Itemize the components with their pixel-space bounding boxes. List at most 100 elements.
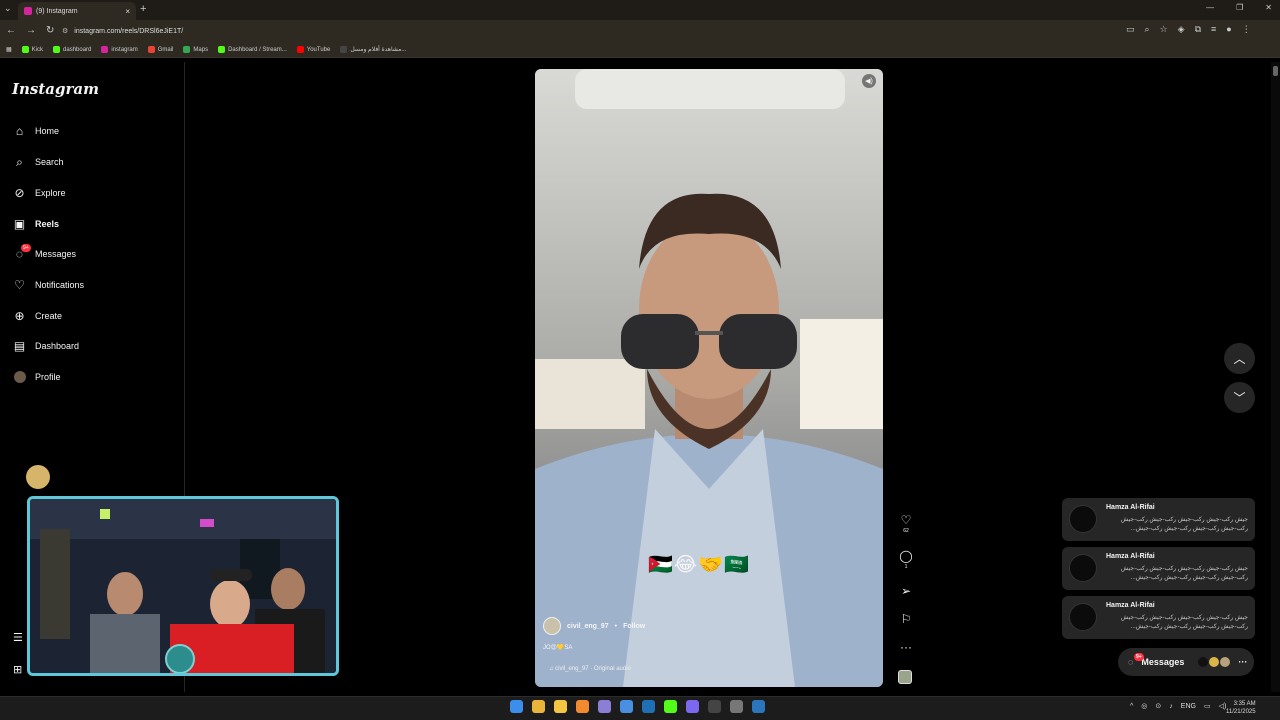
minimize-button[interactable]: — — [1206, 3, 1214, 12]
extensions-puzzle-icon[interactable]: ⧉ — [1195, 24, 1201, 35]
maximize-button[interactable]: ❐ — [1236, 3, 1243, 12]
owner-avatar[interactable] — [543, 617, 561, 635]
bookmark-label: Maps — [193, 46, 209, 53]
message-notification[interactable]: Hamza Al-Rifai جيش ركب-جيش ركب-جيش ركب-ج… — [1062, 498, 1255, 541]
browser-menu-icon[interactable]: ⋮ — [1242, 24, 1251, 35]
instagram-favicon-icon — [24, 7, 32, 15]
discord-icon[interactable] — [686, 700, 699, 713]
next-reel-button[interactable]: ﹀ — [1224, 382, 1255, 413]
media-icon[interactable]: ≡ — [1211, 24, 1216, 35]
system-tray: ^ ◎ ⊙ ♪ ENG ▭ ◁) — [1130, 702, 1226, 711]
sidebar-item-dashboard[interactable]: ▤ Dashboard — [13, 337, 79, 355]
comment-button[interactable]: ◯ 1 — [897, 549, 915, 570]
message-notification[interactable]: Hamza Al-Rifai جيش ركب-جيش ركب-جيش ركب-ج… — [1062, 596, 1255, 639]
zoom-icon[interactable]: ⌕ — [1145, 24, 1150, 35]
extension-icon[interactable]: ◈ — [1178, 24, 1185, 35]
bookmark-item[interactable]: Maps — [183, 46, 208, 53]
bookmark-favicon-icon — [340, 46, 348, 53]
language-indicator[interactable]: ENG — [1181, 703, 1196, 710]
chevron-up-icon[interactable]: ^ — [1130, 703, 1133, 710]
more-icon: ··· — [900, 640, 912, 654]
reload-icon[interactable]: ↻ — [46, 25, 54, 36]
sidebar-item-profile[interactable]: Profile — [13, 368, 61, 386]
sidebar-item-messages[interactable]: ◌ 9+ Messages — [13, 243, 76, 263]
messenger-icon: ◌ — [1128, 657, 1134, 667]
reel-video[interactable] — [535, 69, 883, 687]
chrome-icon[interactable] — [532, 700, 545, 713]
taskbar-clock[interactable]: 3:35 AM 11/21/2025 — [1226, 700, 1256, 716]
bookmark-item[interactable]: instagram — [101, 46, 138, 53]
more-options-button[interactable]: ··· — [897, 640, 915, 654]
chevron-up-icon: ︿ — [1233, 352, 1246, 366]
app-icon[interactable] — [642, 700, 655, 713]
bookmark-item[interactable]: YouTube — [296, 46, 330, 53]
sidebar-item-home[interactable]: ⌂ Home — [13, 122, 59, 140]
messages-pill-button[interactable]: ◌ 9+ Messages ··· — [1118, 648, 1254, 676]
bookmark-item[interactable]: مشاهدة أفلام ومسل... — [340, 46, 406, 53]
tab-close-icon[interactable]: × — [125, 7, 130, 16]
browser-tab-bar — [0, 0, 1280, 20]
message-preview: جيش ركب-جيش ركب-جيش ركب-جيش ركب-جيش ركب-… — [1120, 615, 1248, 630]
bookmark-item[interactable]: dashboard — [53, 46, 91, 53]
mute-toggle-icon[interactable]: ◀) — [862, 74, 876, 88]
sidebar-item-notifications[interactable]: ♡ Notifications — [13, 276, 84, 294]
bookmark-favicon-icon — [147, 46, 155, 53]
plus-icon: ⊕ — [14, 309, 25, 323]
bookmark-item[interactable]: Dashboard / Stream... — [218, 46, 287, 53]
file-explorer-icon[interactable] — [554, 700, 567, 713]
previous-reel-button[interactable]: ︿ — [1224, 343, 1255, 374]
network-icon[interactable]: ▭ — [1204, 702, 1211, 710]
steam-icon[interactable] — [752, 700, 765, 713]
menu-icon[interactable]: ☰ — [13, 631, 23, 644]
install-icon[interactable]: ▭ — [1126, 24, 1135, 35]
send-icon: ➢ — [900, 584, 912, 598]
owner-username[interactable]: civil_eng_97 — [567, 623, 609, 630]
app-icon[interactable] — [664, 700, 677, 713]
browser-tab[interactable]: (9) Instagram × — [18, 2, 136, 20]
clock-time: 3:35 AM — [1233, 701, 1256, 707]
tab-search-icon[interactable]: ⌄ — [4, 3, 12, 14]
notepad-icon[interactable] — [620, 700, 633, 713]
share-button[interactable]: ➢ — [897, 584, 915, 598]
compass-icon: ⊘ — [14, 186, 25, 200]
app-icon[interactable] — [576, 700, 589, 713]
profile-icon[interactable]: ● — [1226, 24, 1231, 35]
app-icon[interactable] — [598, 700, 611, 713]
follow-button[interactable]: Follow — [623, 623, 645, 630]
site-info-icon[interactable]: ⚙ — [62, 27, 68, 35]
sidebar-item-label: Create — [35, 311, 63, 321]
bookmark-label: instagram — [111, 46, 138, 53]
sidebar-item-create[interactable]: ⊕ Create — [13, 307, 62, 325]
close-window-button[interactable]: ✕ — [1265, 3, 1272, 12]
sidebar-item-search[interactable]: ⌕ Search — [13, 153, 63, 171]
microphone-icon[interactable]: ♪ — [1169, 703, 1173, 710]
reel-audio-link[interactable]: ♫ civil_eng_97 · Original audio — [549, 666, 631, 672]
bookmark-favicon-icon — [53, 46, 61, 53]
heart-icon: ♡ — [14, 278, 25, 292]
app-tray-icon[interactable]: ⊙ — [1155, 702, 1161, 710]
like-button[interactable]: ♡ 62 — [897, 513, 915, 534]
audio-thumbnail[interactable] — [898, 670, 912, 684]
start-icon[interactable] — [510, 700, 523, 713]
bookmark-star-icon[interactable]: ☆ — [1160, 24, 1168, 35]
scrollbar-thumb[interactable] — [1273, 66, 1278, 76]
apps-icon[interactable]: ▦ — [6, 46, 12, 53]
forward-icon[interactable]: → — [26, 25, 36, 36]
sidebar-item-reels[interactable]: ▣ Reels — [13, 215, 59, 233]
new-tab-button[interactable]: + — [140, 3, 146, 15]
settings-icon[interactable] — [730, 700, 743, 713]
reel-caption[interactable]: JO😍💛SA — [543, 644, 572, 651]
messenger-icon: ◌ 9+ — [15, 243, 31, 261]
back-icon[interactable]: ← — [6, 25, 16, 36]
app-icon[interactable] — [708, 700, 721, 713]
save-button[interactable]: ⚐ — [897, 612, 915, 626]
also-from-meta-icon[interactable]: ⊞ — [13, 663, 22, 676]
bookmark-item[interactable]: Kick — [21, 46, 43, 53]
app-tray-icon[interactable]: ◎ — [1141, 702, 1147, 710]
page-scrollbar[interactable] — [1271, 62, 1280, 692]
message-notification[interactable]: Hamza Al-Rifai جيش ركب-جيش ركب-جيش ركب-ج… — [1062, 547, 1255, 590]
address-bar[interactable]: ⚙ instagram.com/reels/DRSl6eJiE1T/ — [62, 24, 1122, 38]
bookmark-item[interactable]: Gmail — [147, 46, 173, 53]
sidebar-item-explore[interactable]: ⊘ Explore — [13, 184, 65, 202]
instagram-logo[interactable]: Instagram — [12, 80, 99, 98]
